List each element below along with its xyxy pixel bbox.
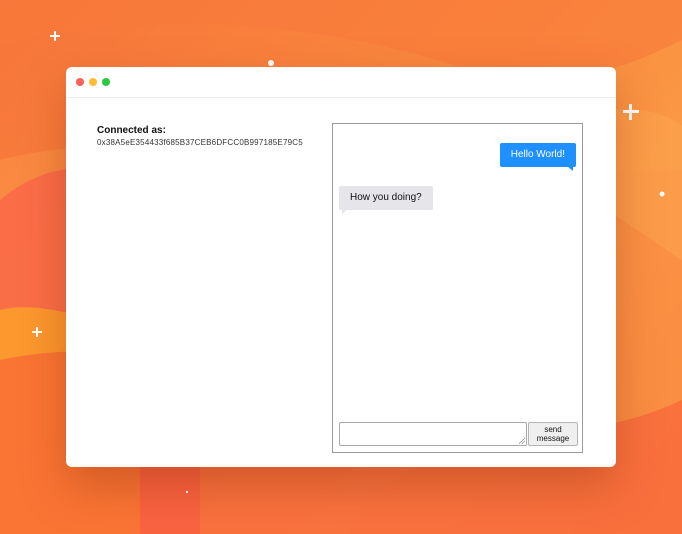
- send-message-button[interactable]: send message: [528, 422, 578, 446]
- connected-label: Connected as:: [97, 125, 166, 136]
- chat-panel: Hello World! How you doing? send message: [332, 123, 583, 453]
- message-composer: send message: [339, 422, 578, 446]
- window-titlebar: [66, 67, 616, 98]
- message-bubble-received: How you doing?: [339, 186, 433, 214]
- message-input[interactable]: [339, 422, 527, 446]
- window-minimize-button[interactable]: [89, 78, 97, 86]
- message-bubble-sent: Hello World!: [499, 143, 576, 171]
- wallet-address: 0x38A5eE354433f685B37CEB6DFCC0B997185E79…: [97, 138, 303, 147]
- window-maximize-button[interactable]: [102, 78, 110, 86]
- resize-grip-icon[interactable]: [519, 438, 525, 444]
- window-close-button[interactable]: [76, 78, 84, 86]
- connected-account-info: Connected as: 0x38A5eE354433f685B37CEB6D…: [97, 124, 303, 148]
- app-window: Connected as: 0x38A5eE354433f685B37CEB6D…: [66, 67, 616, 467]
